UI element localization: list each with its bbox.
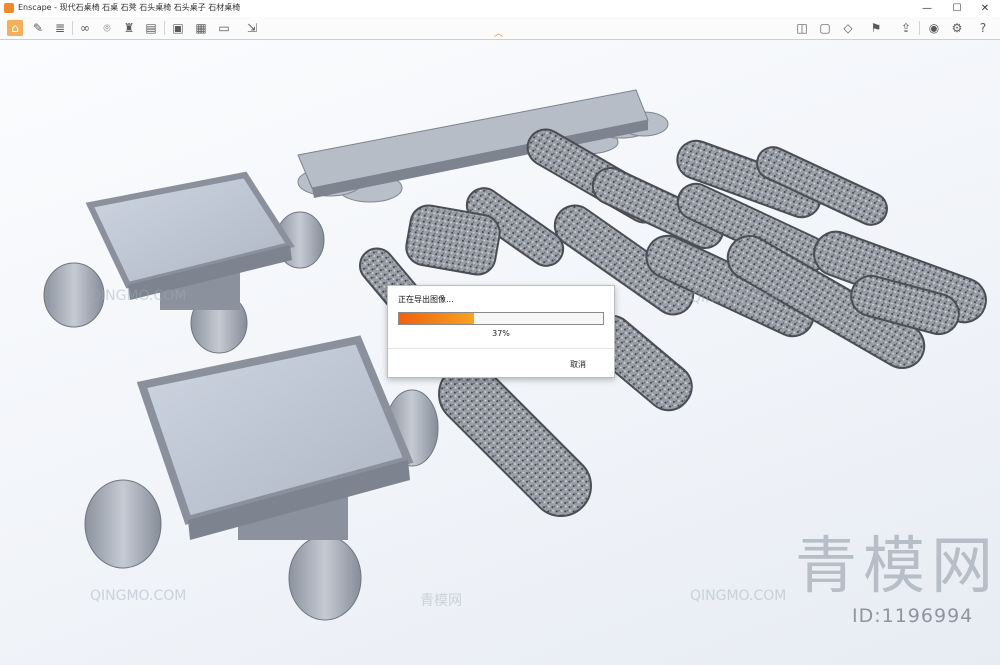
progress-percentage: 37% [492, 329, 510, 338]
map-icon[interactable]: ◫ [794, 20, 810, 36]
help-icon[interactable]: ? [975, 20, 991, 36]
toolbar-divider [164, 21, 165, 35]
eye-icon[interactable]: ◉ [926, 20, 942, 36]
list-icon[interactable]: ≣ [52, 20, 68, 36]
watermark-text: 青模网 [420, 593, 462, 609]
model-id-label: ID:1196994 [852, 605, 974, 627]
screenshot-icon[interactable]: ▣ [170, 20, 186, 36]
clapper-icon[interactable]: ▤ [143, 20, 159, 36]
progress-bar [398, 312, 604, 325]
progress-fill [399, 313, 475, 324]
batch-render-icon[interactable]: ▦ [193, 20, 209, 36]
watermark-text: QINGMO.COM [690, 290, 787, 306]
stone-table-lower [84, 335, 439, 621]
toolbar-divider [72, 21, 73, 35]
settings-icon[interactable]: ⚙ [949, 20, 965, 36]
maximize-button[interactable]: ☐ [944, 0, 970, 17]
dialog-title: 正在导出图像... [398, 295, 454, 304]
enscape-window: Enscape - 现代石桌椅 石桌 石凳 石头桌椅 石头桌子 石材桌椅 — ☐… [0, 0, 1000, 665]
home-icon[interactable]: ⌂ [7, 20, 23, 36]
window-title: Enscape - 现代石桌椅 石桌 石凳 石头桌椅 石头桌子 石材桌椅 [18, 3, 241, 12]
brand-watermark: 青模网 [795, 529, 1000, 602]
cube-icon[interactable]: ◇ [840, 20, 856, 36]
watermark-text: QINGMO.COM [90, 288, 187, 304]
place-icon[interactable]: ⌾ [99, 20, 115, 36]
collapse-chevron-icon[interactable]: ︿ [494, 26, 503, 39]
video-editor-icon[interactable]: ▭ [216, 20, 232, 36]
enscape-logo-icon [4, 3, 14, 13]
bookmark-icon[interactable]: ⚑ [868, 20, 884, 36]
toolbar-divider [919, 21, 920, 35]
binoculars-icon[interactable]: ∞ [77, 20, 93, 36]
minimize-button[interactable]: — [914, 0, 940, 17]
dialog-divider [388, 348, 614, 349]
close-button[interactable]: ✕ [972, 0, 998, 17]
export-icon[interactable]: ⇲ [244, 20, 260, 36]
watermark-text: QINGMO.COM [90, 588, 187, 604]
stone-table-upper [43, 171, 325, 354]
title-bar: Enscape - 现代石桌椅 石桌 石凳 石头桌椅 石头桌子 石材桌椅 — ☐… [0, 0, 1000, 18]
export-progress-dialog: 正在导出图像... 37% 取消 [387, 285, 615, 378]
watermark-text: QINGMO.COM [690, 588, 787, 604]
cancel-button[interactable]: 取消 [570, 359, 586, 370]
asset-icon[interactable]: ♜ [121, 20, 137, 36]
views-icon[interactable]: ✎ [30, 20, 46, 36]
upload-icon[interactable]: ⇪ [898, 20, 914, 36]
panorama-icon[interactable]: ▢ [817, 20, 833, 36]
